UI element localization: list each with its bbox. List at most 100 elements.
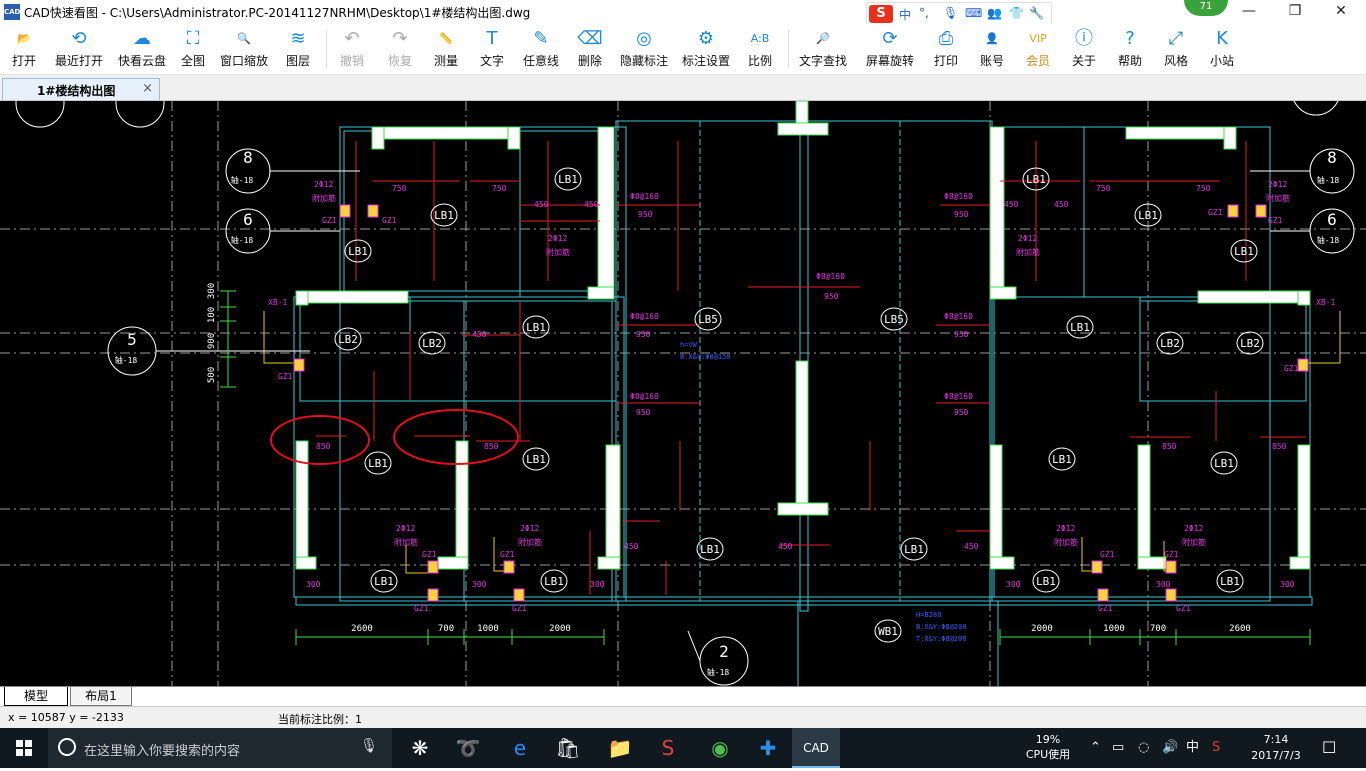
taskbar-search-box[interactable]: 在这里输入你要搜索的内容 🎙 xyxy=(48,728,392,768)
360-browser-icon[interactable]: ◉ xyxy=(696,728,744,768)
cad-drawing[interactable]: 750 750 450 450 950 Φ8@160 Φ8@160 950 Φ8… xyxy=(0,101,1366,686)
toolbar-button-12[interactable]: ◎ 隐藏标注 xyxy=(616,24,672,74)
toolbar-label: 小站 xyxy=(1209,54,1234,68)
cad-viewer-taskbar-icon[interactable]: CAD xyxy=(792,728,840,768)
svg-text:850: 850 xyxy=(484,442,499,451)
svg-text:LB1: LB1 xyxy=(1036,575,1056,588)
notification-badge[interactable]: 71 xyxy=(1184,0,1228,16)
toolbar-button-6[interactable]: ↶ 撤销 xyxy=(330,24,374,74)
toolbar-label: 标注设置 xyxy=(681,54,730,68)
restore-icon[interactable]: ❐ xyxy=(1272,0,1318,24)
mic-icon[interactable]: 🎙 xyxy=(943,6,958,20)
close-icon[interactable]: ✕ xyxy=(1318,0,1364,24)
toolbar-button-17[interactable]: ⎙ 打印 xyxy=(926,24,966,74)
windows-start-icon[interactable] xyxy=(0,728,48,768)
toolbar-button-3[interactable]: ⛶ 全图 xyxy=(176,24,210,74)
keyboard-icon[interactable]: ⌨ xyxy=(965,6,982,20)
wrench-icon[interactable]: 🔧 xyxy=(1029,6,1044,20)
dimension-text: 2600 700 1000 2000 2000 1000 700 2600 30… xyxy=(207,283,1251,634)
toolbar-label: 最近打开 xyxy=(54,54,103,68)
svg-text:LB1: LB1 xyxy=(348,245,368,258)
shirt-icon[interactable]: 👕 xyxy=(1009,6,1024,20)
svg-text:GZ1: GZ1 xyxy=(1100,550,1115,559)
file-explorer-icon[interactable]: 📁 xyxy=(596,728,644,768)
svg-text:2: 2 xyxy=(719,642,729,661)
toolbar-button-22[interactable]: ⤢ 风格 xyxy=(1156,24,1196,74)
toolbar-button-11[interactable]: ⌫ 删除 xyxy=(570,24,610,74)
svg-text:900: 900 xyxy=(207,333,217,349)
svg-text:2Φ12: 2Φ12 xyxy=(1018,234,1037,243)
svg-text:950: 950 xyxy=(954,330,969,339)
browser-swirl-icon[interactable]: ➰ xyxy=(444,728,492,768)
toolbar-button-5[interactable]: ≋ 图层 xyxy=(278,24,318,74)
ime-toolbar[interactable]: S 中 °, 🎙 ⌨ 👥 👕 🔧 xyxy=(866,2,1052,26)
svg-text:XB-1: XB-1 xyxy=(268,298,287,307)
cad-drawing-canvas[interactable]: 750 750 450 450 950 Φ8@160 Φ8@160 950 Φ8… xyxy=(0,101,1366,686)
svg-text:700: 700 xyxy=(438,624,454,634)
toolbar-button-1[interactable]: ⟲ 最近打开 xyxy=(50,24,108,74)
toolbar-separator xyxy=(326,30,327,68)
ime-indicator[interactable]: 中 xyxy=(1186,728,1199,768)
sogou-tray-icon[interactable]: S xyxy=(1212,728,1220,768)
svg-text:5: 5 xyxy=(127,330,137,349)
svg-text:450: 450 xyxy=(624,542,639,551)
store-icon[interactable]: 🛍 xyxy=(544,728,592,768)
svg-text:LB1: LB1 xyxy=(1220,575,1240,588)
document-tab-strip: 1#楼结构出图 × xyxy=(0,75,1366,101)
toolbar-button-9[interactable]: T 文字 xyxy=(472,24,512,74)
svg-text:GZ1: GZ1 xyxy=(414,604,429,613)
mic-icon[interactable]: 🎙 xyxy=(360,738,378,754)
toolbar-button-10[interactable]: ✎ 任意线 xyxy=(518,24,564,74)
toolbar-button-0[interactable]: 📂 打开 xyxy=(4,24,44,74)
svg-text:GZ1: GZ1 xyxy=(1284,364,1299,373)
svg-text:GZ1: GZ1 xyxy=(512,604,527,613)
toolbar-button-23[interactable]: K 小站 xyxy=(1202,24,1242,74)
toolbar-label: 打开 xyxy=(11,54,36,68)
fit-all-icon: ⛶ xyxy=(186,28,200,49)
network-adapter-icon[interactable]: ▭ xyxy=(1112,728,1124,768)
tab-model[interactable]: 模型 xyxy=(4,687,68,706)
svg-text:2Φ12: 2Φ12 xyxy=(1268,180,1287,189)
printer-icon: ⎙ xyxy=(938,28,954,49)
toolbar-button-4[interactable]: 🔍 窗口缩放 xyxy=(216,24,272,74)
toolbar-label: 文字查找 xyxy=(798,54,847,68)
toolbar-button-21[interactable]: ? 帮助 xyxy=(1110,24,1150,74)
task-view-icon[interactable]: ❋ xyxy=(396,728,444,768)
svg-text:GZ1: GZ1 xyxy=(382,216,397,225)
ime-punct-toggle[interactable]: °, xyxy=(919,6,929,20)
toolbar-button-8[interactable]: 📏 测量 xyxy=(426,24,466,74)
toolbar-button-14[interactable]: A:B 比例 xyxy=(740,24,780,74)
wifi-icon[interactable]: ◌ xyxy=(1138,728,1149,768)
svg-text:LB1: LB1 xyxy=(700,543,720,556)
toolbar-label: 测量 xyxy=(433,54,458,68)
toolbar-button-13[interactable]: ⚙ 标注设置 xyxy=(678,24,734,74)
toolbar-label: 风格 xyxy=(1163,54,1188,68)
toolbar-button-16[interactable]: ⟳ 屏幕旋转 xyxy=(860,24,920,74)
svg-text:450: 450 xyxy=(584,200,599,209)
ime-mode-toggle[interactable]: 中 xyxy=(899,6,911,23)
chevron-up-icon[interactable]: ⌃ xyxy=(1090,728,1101,768)
edge-icon[interactable]: e xyxy=(496,728,544,768)
minimize-icon[interactable]: — xyxy=(1226,0,1272,24)
volume-icon[interactable]: 🔊 xyxy=(1162,728,1178,768)
toolbar-button-7[interactable]: ↷ 恢复 xyxy=(380,24,420,74)
notification-center-icon[interactable]: ☐ xyxy=(1322,738,1336,757)
sogou-app-icon[interactable]: S xyxy=(644,728,692,768)
document-tab[interactable]: 1#楼结构出图 × xyxy=(2,78,160,100)
tab-layout1[interactable]: 布局1 xyxy=(70,687,132,706)
user-icon[interactable]: 👥 xyxy=(987,6,1002,20)
axis-grid xyxy=(0,101,1366,686)
sogou-logo-icon[interactable]: S xyxy=(869,5,893,23)
svg-text:300: 300 xyxy=(472,580,487,589)
close-tab-icon[interactable]: × xyxy=(142,81,153,96)
toolbar-button-18[interactable]: 👤 账号 xyxy=(972,24,1012,74)
svg-text:850: 850 xyxy=(1272,442,1287,451)
toolbar-button-2[interactable]: ☁ 快看云盘 xyxy=(114,24,170,74)
toolbar-button-19[interactable]: VIP 会员 xyxy=(1018,24,1058,74)
toolbar-button-20[interactable]: ⓘ 关于 xyxy=(1064,24,1104,74)
remote-app-icon[interactable]: ✚ xyxy=(744,728,792,768)
eraser-icon: ⌫ xyxy=(577,28,603,49)
system-clock[interactable]: 7:14 2017/7/3 xyxy=(1238,732,1314,764)
toolbar-button-15[interactable]: 🔎 文字查找 xyxy=(792,24,854,74)
svg-text:GZ1: GZ1 xyxy=(1164,550,1179,559)
